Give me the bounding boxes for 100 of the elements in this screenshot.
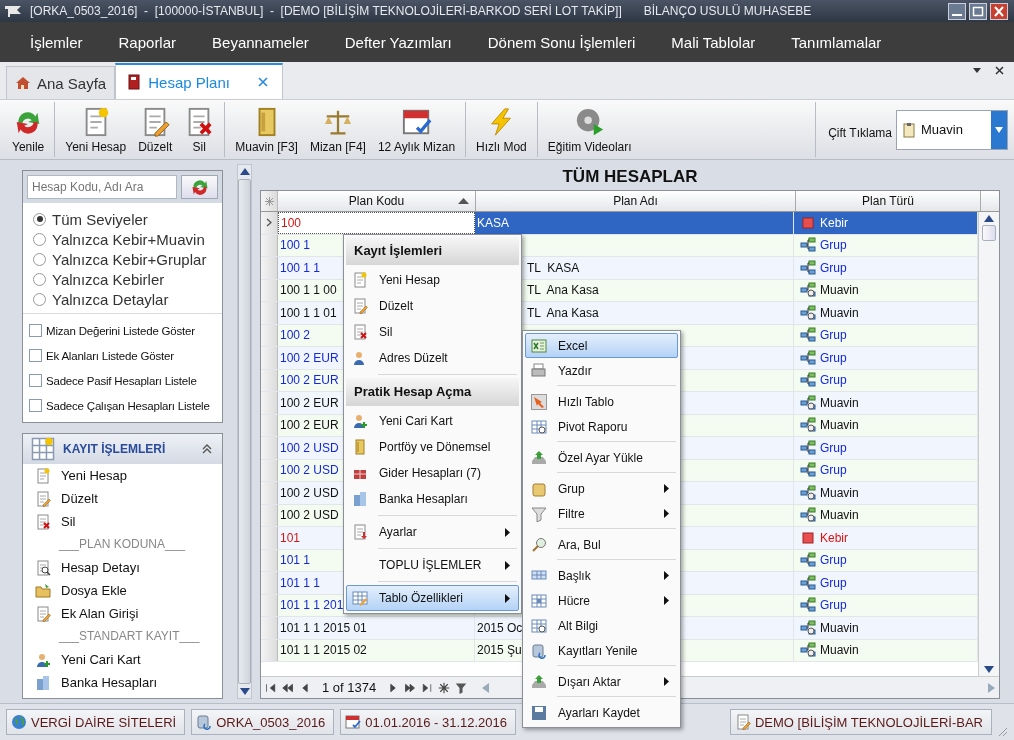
- tab[interactable]: Ana Sayfa: [6, 66, 116, 99]
- maximize-button[interactable]: [969, 2, 987, 20]
- status-panel[interactable]: ORKA_0503_2016: [191, 709, 335, 735]
- scroll-thumb[interactable]: [238, 179, 251, 684]
- close-icon[interactable]: [995, 66, 1004, 75]
- action-link[interactable]: Düzelt: [61, 491, 98, 506]
- toolbar-button[interactable]: Düzelt: [132, 102, 179, 157]
- pager-button[interactable]: [404, 681, 417, 694]
- row-header[interactable]: [261, 504, 278, 526]
- context-menu-item[interactable]: Başlık: [525, 563, 678, 588]
- menu-item[interactable]: Defter Yazımları: [326, 33, 470, 51]
- dropdown-caret-icon[interactable]: [973, 68, 981, 73]
- action-link[interactable]: Hesap Detayı: [61, 560, 140, 575]
- minimize-button[interactable]: [948, 2, 966, 20]
- radio-button[interactable]: [33, 252, 46, 266]
- status-panel[interactable]: 01.01.2016 - 31.12.2016: [340, 709, 517, 735]
- action-link[interactable]: Yeni Hesap: [61, 468, 127, 483]
- row-header[interactable]: [261, 302, 278, 324]
- checkbox[interactable]: [29, 324, 42, 337]
- row-header[interactable]: [261, 549, 278, 571]
- row-header[interactable]: [261, 347, 278, 369]
- radio-button[interactable]: [33, 232, 46, 246]
- collapse-chevron-icon[interactable]: [202, 444, 212, 454]
- menu-item[interactable]: Mali Tablolar: [653, 33, 774, 51]
- context-menu-item[interactable]: Dışarı Aktar: [525, 669, 678, 694]
- row-header[interactable]: [261, 234, 278, 256]
- refresh-button[interactable]: [181, 175, 218, 199]
- close-button[interactable]: [990, 2, 1008, 20]
- checkbox[interactable]: [29, 399, 42, 412]
- context-menu-item[interactable]: Özel Ayar Yükle: [525, 445, 678, 470]
- row-header[interactable]: [261, 257, 278, 279]
- radio-button[interactable]: [33, 292, 46, 306]
- table-scrollbar[interactable]: [978, 212, 999, 676]
- double-click-dropdown[interactable]: Muavin: [896, 109, 1008, 150]
- context-menu-item[interactable]: Ara, Bul: [525, 532, 678, 557]
- column-header[interactable]: Plan Adı: [476, 191, 796, 211]
- toolbar-button[interactable]: Muavin [F3]: [229, 102, 304, 157]
- action-link[interactable]: Sil: [61, 514, 76, 529]
- row-header[interactable]: [261, 414, 278, 436]
- menu-item[interactable]: İşlemler: [12, 33, 101, 51]
- menu-item[interactable]: Dönem Sonu İşlemleri: [469, 33, 654, 51]
- pager-button[interactable]: [421, 681, 434, 694]
- toolbar-button[interactable]: Yeni Hesap: [59, 102, 133, 157]
- checkbox[interactable]: [29, 374, 42, 387]
- resize-grip-icon[interactable]: [998, 727, 1008, 737]
- radio-button[interactable]: [33, 272, 46, 286]
- scroll-down-icon[interactable]: [984, 666, 994, 673]
- toolbar-button[interactable]: 12 Aylık Mizan: [371, 102, 462, 157]
- context-menu-item[interactable]: Hızlı Tablo: [525, 389, 678, 414]
- row-header[interactable]: [261, 527, 278, 549]
- row-header[interactable]: [261, 639, 278, 661]
- scroll-up-icon[interactable]: [984, 215, 994, 222]
- row-header[interactable]: [261, 369, 278, 391]
- status-panel[interactable]: VERGİ DAİRE SİTELERİ: [6, 709, 186, 735]
- menu-item[interactable]: Tanımlamalar: [773, 33, 900, 51]
- context-menu-item[interactable]: Hücre: [525, 588, 678, 613]
- add-record-icon[interactable]: [438, 681, 451, 694]
- menu-item[interactable]: Beyannameler: [194, 33, 327, 51]
- action-link[interactable]: Banka Hesapları: [61, 675, 158, 690]
- context-menu-item[interactable]: Pivot Raporu: [525, 414, 678, 439]
- row-header[interactable]: [261, 459, 278, 481]
- toolbar-button[interactable]: Sil: [178, 102, 221, 157]
- section-header[interactable]: KAYIT İŞLEMLERİ: [23, 434, 222, 464]
- tab[interactable]: Hesap Planı: [115, 63, 283, 99]
- toolbar-button[interactable]: Mizan [F4]: [303, 102, 372, 157]
- scroll-down-icon[interactable]: [239, 688, 250, 695]
- row-header[interactable]: [261, 437, 278, 459]
- action-link[interactable]: Yeni Cari Kart: [61, 652, 141, 667]
- context-menu-item[interactable]: Filtre: [525, 501, 678, 526]
- column-header[interactable]: Plan Türü: [796, 191, 981, 211]
- search-field[interactable]: Hesap Kodu, Adı Ara: [27, 175, 177, 199]
- action-link[interactable]: Dosya Ekle: [61, 583, 127, 598]
- radio-button[interactable]: [33, 212, 46, 226]
- row-header[interactable]: [261, 482, 278, 504]
- pager-button[interactable]: [299, 681, 311, 694]
- context-menu-item[interactable]: Excel: [525, 333, 678, 358]
- row-header[interactable]: [261, 324, 278, 346]
- scroll-thumb[interactable]: [982, 225, 996, 241]
- action-link[interactable]: Ek Alan Girişi: [61, 606, 139, 621]
- context-menu-item[interactable]: Tablo Özellikleri: [346, 585, 519, 611]
- row-header[interactable]: [261, 594, 278, 616]
- pager-button[interactable]: [282, 681, 294, 694]
- toolbar-button[interactable]: Yenile: [6, 102, 51, 157]
- status-panel[interactable]: DEMO [BİLİŞİM TEKNOLOJİLERİ-BAR: [729, 709, 992, 735]
- filter-icon[interactable]: [455, 681, 468, 694]
- row-header[interactable]: [261, 617, 278, 639]
- row-header[interactable]: [261, 279, 278, 301]
- menu-item[interactable]: Raporlar: [100, 33, 195, 51]
- context-menu-item[interactable]: Ayarları Kaydet: [525, 700, 678, 725]
- scroll-left-icon[interactable]: [482, 682, 490, 693]
- scroll-right-icon[interactable]: [988, 682, 995, 693]
- row-header[interactable]: [261, 572, 278, 594]
- pager-button[interactable]: [265, 681, 277, 694]
- scrollbar[interactable]: [237, 164, 252, 699]
- context-menu-item[interactable]: Yazdır: [525, 358, 678, 383]
- toolbar-button[interactable]: Eğitim Videoları: [541, 102, 638, 157]
- context-menu-item[interactable]: Kayıtları Yenile: [525, 638, 678, 663]
- row-header[interactable]: [261, 212, 278, 234]
- checkbox[interactable]: [29, 349, 42, 362]
- toolbar-button[interactable]: Hızlı Mod: [470, 102, 533, 157]
